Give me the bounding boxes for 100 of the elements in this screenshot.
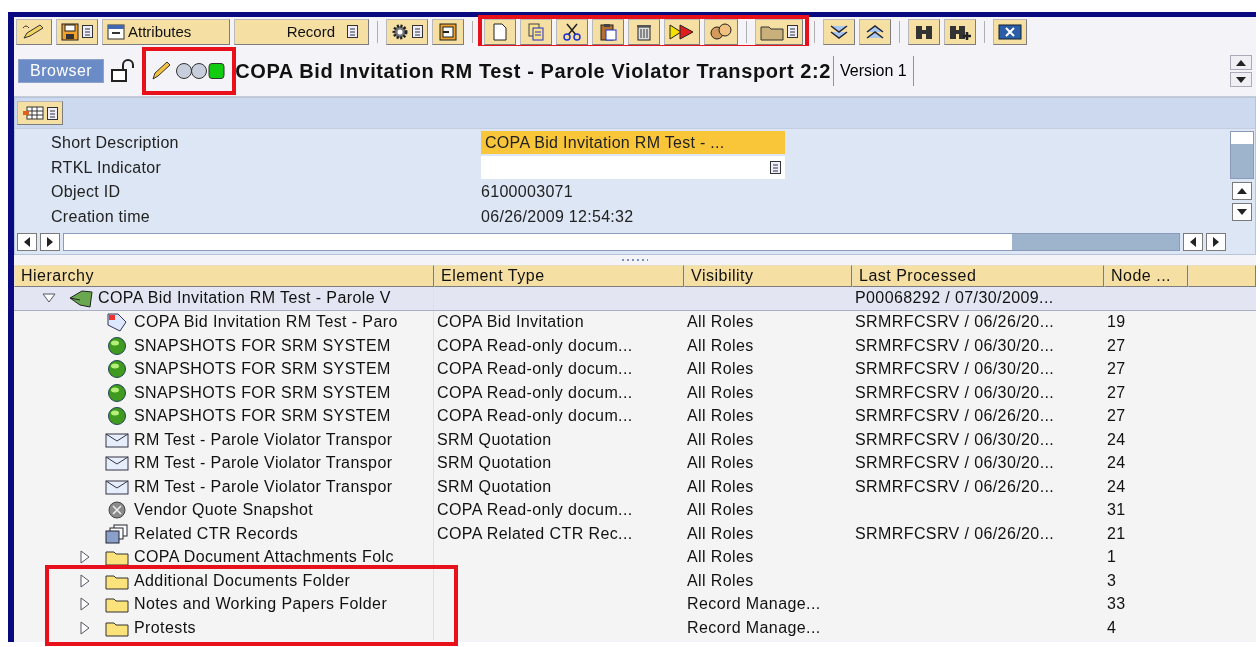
tree-row[interactable]: RM Test - Parole Violator Transpor SRM Quotation All Roles SRMRFCSRV / 06/26/20... 24 <box>14 475 1256 499</box>
element-type: SRM Quotation <box>437 454 552 473</box>
node-label: COPA Bid Invitation RM Test - Parole V <box>98 289 391 308</box>
column-header[interactable]: Last Processed <box>852 265 1104 287</box>
attributes-button[interactable]: Attributes <box>102 18 230 45</box>
gear-icon <box>391 22 409 41</box>
expand-icon[interactable] <box>78 597 92 612</box>
column-header[interactable]: Node ... <box>1104 265 1188 287</box>
form-icon <box>105 312 129 333</box>
find-next-button[interactable] <box>944 18 976 45</box>
visibility: All Roles <box>687 524 754 543</box>
scroll-down-button[interactable] <box>1230 72 1252 87</box>
scroll-left-button[interactable] <box>17 233 37 251</box>
tree-row[interactable]: SNAPSHOTS FOR SRM SYSTEM COPA Read-only docum... All Roles SRMRFCSRV / 06/30/20... 27 <box>14 381 1256 405</box>
dropdown-field[interactable] <box>481 155 785 179</box>
field-label: Creation time <box>51 207 152 226</box>
expand-icon[interactable] <box>78 550 92 565</box>
expand-icon[interactable] <box>78 573 92 588</box>
scroll-left-button[interactable] <box>1183 233 1203 251</box>
field-label: Short Description <box>51 134 180 153</box>
short-description-field[interactable]: COPA Bid Invitation RM Test - ... <box>481 131 785 154</box>
node-count: 3 <box>1107 571 1117 590</box>
menu-icon <box>412 25 423 38</box>
find-button[interactable] <box>908 18 940 45</box>
expand-icon[interactable] <box>78 620 92 635</box>
tree-row[interactable]: RM Test - Parole Violator Transpor SRM Quotation All Roles SRMRFCSRV / 06/30/20... 24 <box>14 428 1256 452</box>
ball-icon <box>106 359 128 380</box>
field-value: 06/26/2009 12:54:32 <box>481 207 635 226</box>
tree-row[interactable]: RM Test - Parole Violator Transpor SRM Quotation All Roles SRMRFCSRV / 06/30/20... 24 <box>14 451 1256 475</box>
people-icon <box>709 22 733 41</box>
expand-all-button[interactable] <box>823 18 855 45</box>
tree-row[interactable]: Additional Documents Folder All Roles 3 <box>14 569 1256 593</box>
menu-icon <box>82 25 93 38</box>
paste-button[interactable] <box>592 18 624 45</box>
vertical-scrollbar[interactable] <box>1230 131 1254 179</box>
tree-row[interactable]: SNAPSHOTS FOR SRM SYSTEM COPA Read-only docum... All Roles SRMRFCSRV / 06/30/20... 27 <box>14 357 1256 381</box>
replace-button[interactable] <box>664 18 700 45</box>
column-header[interactable]: Visibility <box>684 265 852 287</box>
pencil-icon <box>151 61 172 81</box>
down-icon <box>1236 76 1246 83</box>
delete-button[interactable] <box>628 18 660 45</box>
scroll-right-button[interactable] <box>40 233 60 251</box>
up-icon <box>1236 59 1246 66</box>
ball-icon <box>106 406 128 427</box>
column-header[interactable]: Element Type <box>434 265 684 287</box>
tree-row[interactable]: COPA Bid Invitation RM Test - Parole V P00068292 / 07/30/2009... <box>14 287 1256 311</box>
visibility: All Roles <box>687 430 754 449</box>
last-processed: SRMRFCSRV / 06/26/20... <box>855 313 1055 332</box>
up-icon <box>1237 188 1247 194</box>
tree-row[interactable]: Notes and Working Papers Folder Record Manage... 33 <box>14 592 1256 616</box>
tree-row[interactable]: Related CTR Records COPA Related CTR Rec... All Roles SRMRFCSRV / 06/26/20... 21 <box>14 522 1256 546</box>
node-label: COPA Document Attachments Folc <box>134 548 394 567</box>
copy-button[interactable] <box>520 18 552 45</box>
tree-row[interactable]: COPA Bid Invitation RM Test - Paro COPA Bid Invitation All Roles SRMRFCSRV / 06/26/20... 19 <box>14 310 1256 334</box>
record-button[interactable]: Record <box>234 18 369 45</box>
menu-icon <box>47 106 58 120</box>
close-button[interactable] <box>993 18 1027 45</box>
people-button[interactable] <box>704 18 738 45</box>
last-processed: SRMRFCSRV / 06/30/20... <box>855 430 1055 449</box>
settings-button[interactable] <box>386 18 428 45</box>
cut-button[interactable] <box>556 18 588 45</box>
collapse-all-button[interactable] <box>859 18 891 45</box>
last-processed: SRMRFCSRV / 06/26/20... <box>855 477 1055 496</box>
node-label: Vendor Quote Snapshot <box>134 501 314 520</box>
node-count: 27 <box>1107 360 1126 379</box>
node-count: 27 <box>1107 336 1126 355</box>
folder-button[interactable] <box>755 18 803 45</box>
edit-button[interactable] <box>16 18 52 45</box>
element-type: COPA Related CTR Rec... <box>437 524 633 543</box>
last-processed: SRMRFCSRV / 06/30/20... <box>855 360 1055 379</box>
scroll-up-button[interactable] <box>1232 182 1252 200</box>
scroll-down-button[interactable] <box>1232 203 1252 221</box>
cross-circle-icon <box>106 500 128 521</box>
last-processed: SRMRFCSRV / 06/30/20... <box>855 336 1055 355</box>
last-processed: P00068292 / 07/30/2009... <box>855 289 1054 308</box>
save-button[interactable] <box>56 18 98 45</box>
scissors-icon <box>563 22 581 41</box>
frame-button[interactable] <box>432 18 464 45</box>
new-button[interactable] <box>484 18 516 45</box>
tree-row[interactable]: Vendor Quote Snapshot COPA Read-only docum... All Roles 31 <box>14 498 1256 522</box>
node-count: 24 <box>1107 430 1126 449</box>
status-lights-icon <box>175 61 228 81</box>
column-header[interactable]: Hierarchy <box>14 265 434 287</box>
tree-row[interactable]: SNAPSHOTS FOR SRM SYSTEM COPA Read-only docum... All Roles SRMRFCSRV / 06/26/20... 27 <box>14 404 1256 428</box>
layout-button[interactable] <box>17 101 63 125</box>
frame-icon <box>439 22 457 41</box>
column-header[interactable] <box>1188 265 1256 287</box>
tree-row[interactable]: Protests Record Manage... 4 <box>14 616 1256 640</box>
horizontal-scrollbar[interactable] <box>63 233 1180 251</box>
element-type: COPA Read-only docum... <box>437 336 633 355</box>
folder-icon <box>105 595 129 614</box>
visibility: Record Manage... <box>687 595 821 614</box>
scroll-up-button[interactable] <box>1230 55 1252 70</box>
element-type: COPA Read-only docum... <box>437 360 633 379</box>
tree-row[interactable]: SNAPSHOTS FOR SRM SYSTEM COPA Read-only docum... All Roles SRMRFCSRV / 06/30/20... 27 <box>14 334 1256 358</box>
visibility: All Roles <box>687 571 754 590</box>
node-count: 33 <box>1107 595 1126 614</box>
visibility: All Roles <box>687 383 754 402</box>
scroll-right-button[interactable] <box>1206 233 1226 251</box>
left-icon <box>1190 237 1196 247</box>
